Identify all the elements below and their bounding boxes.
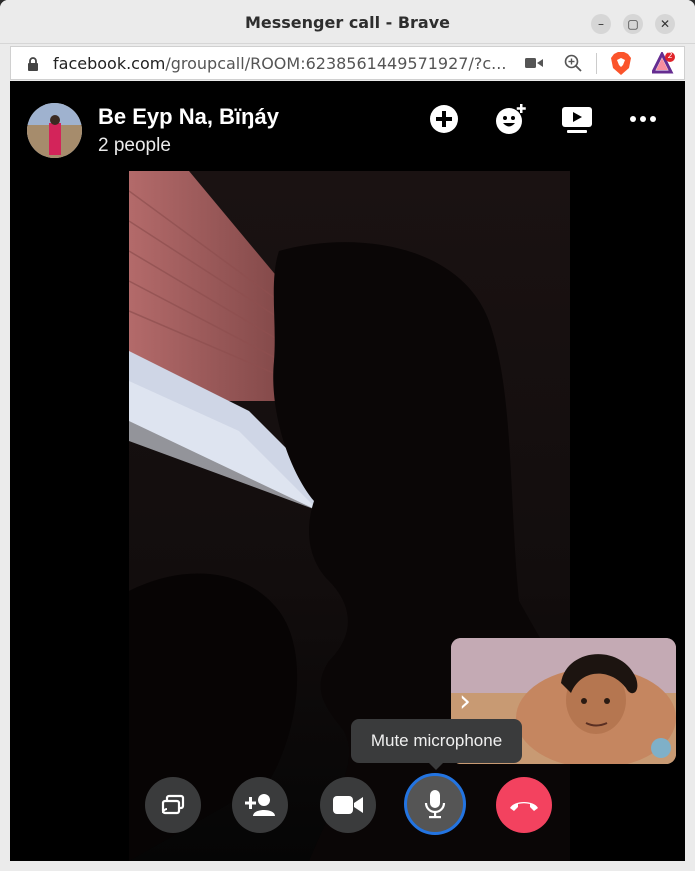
- lock-icon[interactable]: [27, 57, 39, 71]
- browser-window: Messenger call - Brave – ▢ ✕ facebook.co…: [0, 0, 695, 871]
- rewards-badge: 2: [667, 51, 673, 60]
- microphone-button[interactable]: [404, 773, 466, 835]
- address-bar[interactable]: facebook.com/groupcall/ROOM:623856144957…: [10, 46, 685, 80]
- add-icon[interactable]: [428, 103, 460, 135]
- camera-button[interactable]: [320, 777, 376, 833]
- group-avatar[interactable]: [27, 103, 82, 158]
- mute-tooltip: Mute microphone: [351, 719, 522, 770]
- group-name: Be Eyp Na, Bïŋáy: [98, 104, 279, 129]
- microphone-icon: [424, 790, 446, 819]
- add-person-icon: [245, 794, 275, 816]
- expand-chevron-icon[interactable]: ›: [459, 684, 471, 719]
- hang-up-icon: [510, 802, 538, 811]
- title-bar[interactable]: Messenger call - Brave – ▢ ✕: [0, 0, 695, 44]
- participant-count: 2 people: [98, 135, 171, 156]
- minimize-button[interactable]: –: [591, 14, 611, 34]
- url-text[interactable]: facebook.com/groupcall/ROOM:623856144957…: [53, 54, 511, 73]
- end-call-button[interactable]: [496, 777, 552, 833]
- zoom-icon[interactable]: [564, 54, 582, 72]
- watch-together-icon[interactable]: [561, 103, 593, 135]
- more-icon[interactable]: [627, 103, 659, 135]
- brave-shields-icon[interactable]: [611, 52, 631, 75]
- effects-icon[interactable]: [495, 103, 527, 135]
- video-camera-icon: [333, 796, 363, 814]
- camera-permission-icon[interactable]: [525, 57, 543, 69]
- add-person-button[interactable]: [232, 777, 288, 833]
- share-screen-button[interactable]: [145, 777, 201, 833]
- close-button[interactable]: ✕: [655, 14, 675, 34]
- call-view: Be Eyp Na, Bïŋáy 2 people › Mute microph…: [10, 81, 685, 861]
- maximize-button[interactable]: ▢: [623, 14, 643, 34]
- url-divider: [596, 53, 597, 74]
- screen-share-icon: [161, 794, 185, 815]
